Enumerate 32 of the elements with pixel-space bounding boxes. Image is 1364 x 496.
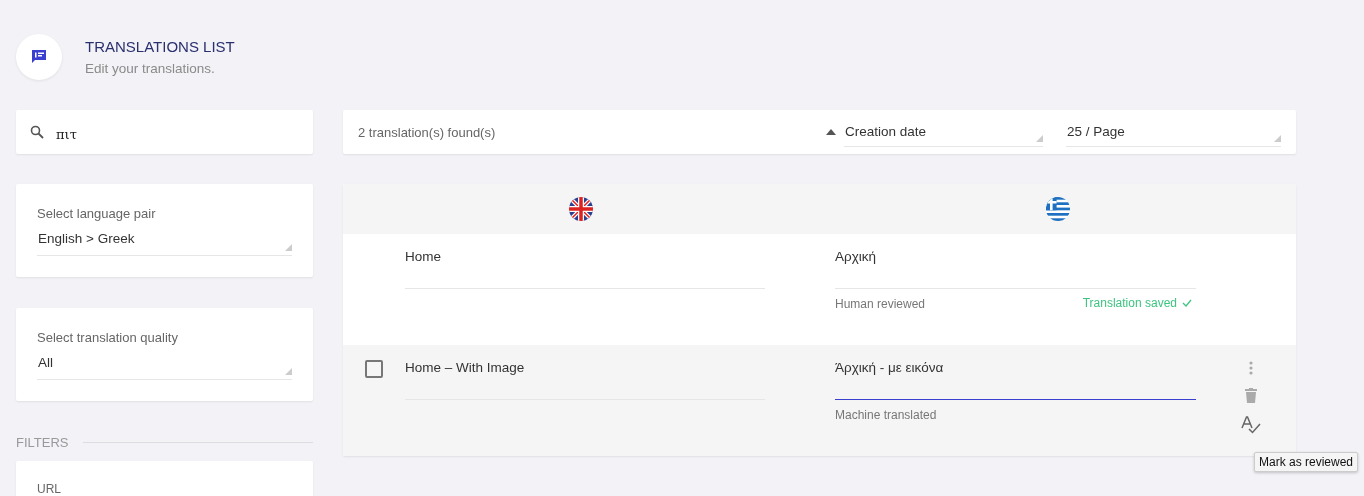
search-field[interactable]: πιτ xyxy=(16,110,313,154)
row-checkbox[interactable] xyxy=(365,360,383,378)
saved-message: Translation saved xyxy=(1082,295,1192,311)
greece-flag-icon xyxy=(1045,197,1070,221)
check-icon xyxy=(1182,299,1192,307)
search-icon xyxy=(30,125,44,139)
page-size-select[interactable]: 25 / Page xyxy=(1066,123,1281,147)
delete-icon[interactable] xyxy=(1245,388,1257,403)
filters-heading: FILTERS xyxy=(16,434,69,450)
translation-status: Human reviewed xyxy=(835,297,926,311)
source-text: Home xyxy=(405,249,765,289)
page-title: TRANSLATIONS LIST xyxy=(85,37,235,55)
source-text: Home – With Image xyxy=(405,360,765,400)
language-pair-select[interactable]: English > Greek xyxy=(37,231,292,256)
table-row[interactable]: Home – With Image Άρχική - με εικόνα Machine translated xyxy=(343,345,1296,456)
sort-icon[interactable] xyxy=(826,129,836,135)
url-filter-label: URL xyxy=(37,482,61,496)
translation-field[interactable]: Αρχική xyxy=(835,249,1196,289)
more-icon[interactable] xyxy=(1249,361,1253,375)
results-count: 2 translation(s) found(s) xyxy=(358,124,497,140)
quality-select[interactable]: All xyxy=(37,355,292,380)
translation-status: Machine translated xyxy=(835,408,937,422)
sort-select[interactable]: Creation date xyxy=(844,123,1043,147)
tooltip: Mark as reviewed xyxy=(1254,452,1359,472)
select-label: Select language pair xyxy=(37,206,157,221)
select-label: Select translation quality xyxy=(37,330,179,345)
table-row[interactable]: Home Αρχική Human reviewed Translation saved xyxy=(343,234,1296,345)
translation-field[interactable]: Άρχική - με εικόνα xyxy=(835,360,1196,400)
spellcheck-icon[interactable] xyxy=(1241,416,1261,434)
uk-flag-icon xyxy=(569,197,594,221)
page-subtitle: Edit your translations. xyxy=(85,60,216,76)
chat-list-icon xyxy=(31,48,47,65)
